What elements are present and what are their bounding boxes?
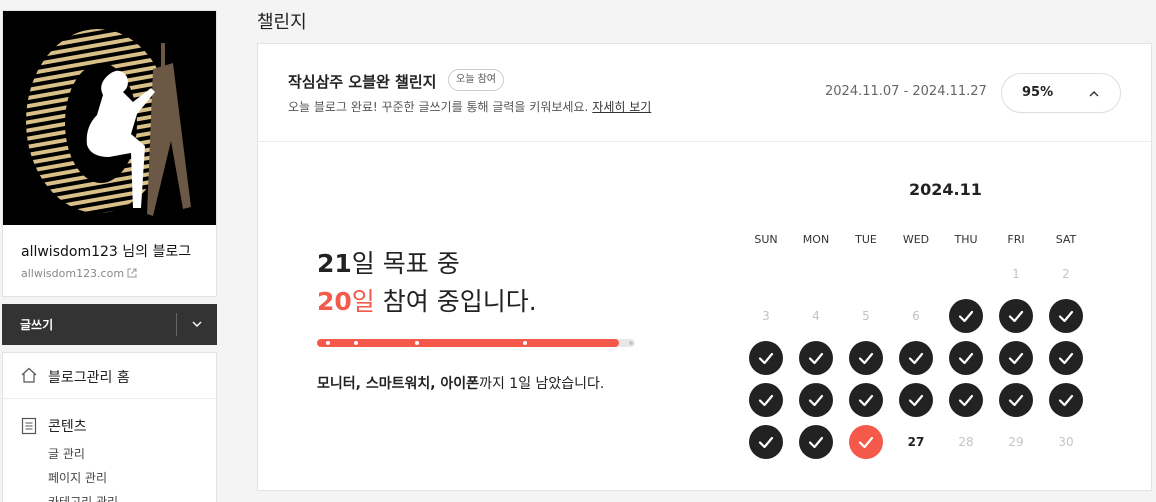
calendar-day-done [1049,341,1083,375]
weekday-tue: TUE [855,233,877,246]
calendar-day: 27 [907,435,925,449]
sidebar: allwisdom123 님의 블로그 allwisdom123.com 글쓰기… [0,0,218,502]
calendar-day-done [749,425,783,459]
calendar-day-done [799,425,833,459]
write-button-label: 글쓰기 [20,318,54,332]
blog-name[interactable]: allwisdom123 님의 블로그 [21,241,191,261]
goal-progress-text: 20일 참여 중입니다. [317,282,537,318]
home-icon [21,367,37,383]
calendar-day-done [849,341,883,375]
calendar-day: 30 [1058,435,1074,449]
status-badge: 오늘 참여 [448,69,504,91]
progress-milestone [354,341,358,345]
challenge-description: 오늘 블로그 완료! 꾸준한 글쓰기를 통해 글력을 키워보세요. 자세히 보기 [288,98,651,115]
chevron-up-icon [1089,91,1099,97]
goal-done-days: 20 [317,287,352,316]
blog-url-text: allwisdom123.com [21,267,125,280]
goal-target-days: 21 [317,249,352,278]
calendar-day-done [949,299,983,333]
challenge-card: 작심삼주 오블완 챌린지 오늘 참여 오늘 블로그 완료! 꾸준한 글쓰기를 통… [257,43,1152,491]
profile-image[interactable] [3,11,216,225]
menu-item-label: 블로그관리 홈 [48,370,130,386]
goal-done-text: 참여 중입니다. [374,287,537,316]
document-icon [21,417,37,435]
calendar-day-done [999,299,1033,333]
external-link-icon [127,268,137,278]
calendar-day-done [1049,299,1083,333]
page-title: 챌린지 [257,12,307,33]
progress-toggle-button[interactable]: 95% [1001,73,1121,113]
calendar-day-done [899,341,933,375]
calendar-day-done [949,341,983,375]
calendar-day: 3 [762,309,770,323]
calendar-day: 6 [912,309,920,323]
progress-fill [317,339,620,347]
goal-done-unit: 일 [351,287,375,316]
weekday-thu: THU [954,233,978,246]
weekday-mon: MON [802,233,830,246]
progress-milestone [415,341,419,345]
calendar-day: 28 [958,435,974,449]
challenge-description-text: 오늘 블로그 완료! 꾸준한 글쓰기를 통해 글력을 키워보세요. [288,100,589,114]
reward-info: 모니터, 스마트워치, 아이폰까지 1일 남았습니다. [317,373,604,393]
write-button[interactable]: 글쓰기 [2,304,217,345]
weekday-sun: SUN [754,233,778,246]
goal-target-text: 일 목표 중 [351,249,460,278]
challenge-header: 작심삼주 오블완 챌린지 오늘 참여 오늘 블로그 완료! 꾸준한 글쓰기를 통… [258,44,1151,142]
weekday-sat: SAT [1055,233,1077,246]
calendar-day-done [999,383,1033,417]
goal-summary: 21일 목표 중 [317,244,460,280]
menu-sub-item-pages[interactable]: 페이지 관리 [48,469,107,486]
details-link[interactable]: 자세히 보기 [592,100,651,114]
divider [176,313,177,336]
menu-section-label: 콘텐츠 [48,419,87,435]
weekday-wed: WED [902,233,930,246]
calendar-day: 5 [862,309,870,323]
chevron-down-icon[interactable] [188,315,206,333]
admin-menu: 블로그관리 홈 콘텐츠 글 관리 페이지 관리 카테고리 관리 [2,352,217,502]
calendar-day: 1 [1012,267,1020,281]
reward-remaining: 까지 1일 남았습니다. [479,376,605,392]
calendar-day-done [749,383,783,417]
calendar-title: 2024.11 [909,180,982,199]
calendar-day: 2 [1062,267,1070,281]
menu-item-blog-home[interactable]: 블로그관리 홈 [3,353,216,399]
calendar-day-done [799,341,833,375]
calendar-day-done [1049,383,1083,417]
calendar-day-done [999,341,1033,375]
profile-card: allwisdom123 님의 블로그 allwisdom123.com [2,10,217,297]
progress-milestone [629,341,633,345]
challenge-period: 2024.11.07 - 2024.11.27 [825,84,987,99]
progress-milestone [523,341,527,345]
calendar-day: 29 [1008,435,1024,449]
calendar-day-done [849,383,883,417]
weekday-fri: FRI [1007,233,1025,246]
calendar-day-done [749,341,783,375]
calendar-day: 4 [812,309,820,323]
blog-url-link[interactable]: allwisdom123.com [21,267,137,280]
calendar-day-done [899,383,933,417]
progress-milestone [326,341,330,345]
calendar-day-checked-today [849,425,883,459]
calendar-day-done [949,383,983,417]
reward-items: 모니터, 스마트워치, 아이폰 [317,376,480,392]
challenge-title: 작심삼주 오블완 챌린지 [288,73,437,91]
menu-sub-item-categories[interactable]: 카테고리 관리 [48,493,118,502]
calendar-day-done [799,383,833,417]
menu-sub-item-posts[interactable]: 글 관리 [48,445,85,462]
progress-percent: 95% [1022,85,1054,100]
progress-bar [317,339,635,347]
